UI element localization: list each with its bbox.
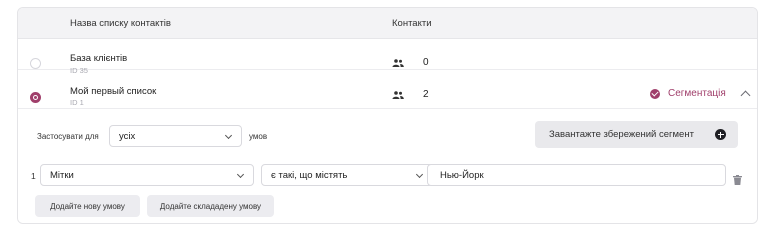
load-saved-segment-label: Завантажте збережений сегмент — [549, 129, 694, 140]
add-complex-condition-label: Додайте склададену умову — [159, 201, 262, 211]
list-row[interactable]: Мой первый список ID 1 2 Сегментація — [18, 78, 757, 109]
apply-for-label: Застосувати для — [37, 132, 99, 141]
plus-circle-icon — [715, 129, 726, 140]
list-id: ID 1 — [70, 98, 84, 107]
add-condition-button[interactable]: Додайте нову умову — [35, 195, 140, 217]
chevron-up-icon — [740, 90, 751, 101]
column-header-list-name: Назва списку контактів — [70, 18, 171, 29]
condition-value-text: Нью-Йорк — [440, 170, 484, 181]
segment-builder: Застосувати для усіх умов Завантажте збе… — [18, 109, 757, 223]
contact-lists-panel: Назва списку контактів Контакти База клі… — [17, 7, 758, 224]
list-id: ID 35 — [70, 66, 88, 75]
trash-icon[interactable] — [733, 175, 742, 185]
list-name: Мой первый список — [70, 86, 157, 97]
list-name: База клієнтів — [70, 53, 128, 64]
people-icon — [392, 59, 404, 67]
condition-row-number: 1 — [31, 171, 36, 181]
condition-field-value: Мітки — [50, 170, 74, 181]
chevron-down-icon — [415, 170, 424, 179]
contacts-count: 0 — [423, 57, 429, 68]
check-circle-icon — [650, 88, 660, 99]
chevron-down-icon — [236, 170, 245, 179]
condition-value-input[interactable]: Нью-Йорк — [427, 164, 726, 186]
load-saved-segment-button[interactable]: Завантажте збережений сегмент — [535, 121, 738, 148]
list-radio[interactable] — [30, 92, 41, 103]
table-header: Назва списку контактів Контакти — [18, 8, 757, 39]
add-condition-label: Додайте нову умову — [50, 201, 125, 211]
segmentation-label: Сегментація — [668, 88, 726, 99]
list-radio[interactable] — [30, 58, 41, 69]
contacts-count: 2 — [423, 89, 429, 100]
conditions-label: умов — [249, 132, 268, 141]
chevron-down-icon — [224, 131, 233, 140]
match-mode-value: усіх — [119, 131, 136, 142]
match-mode-select[interactable]: усіх — [109, 125, 242, 147]
segmentation-toggle[interactable]: Сегментація — [650, 88, 751, 101]
column-header-contacts: Контакти — [392, 18, 432, 29]
list-row[interactable]: База клієнтів ID 35 0 — [18, 39, 757, 75]
add-complex-condition-button[interactable]: Додайте склададену умову — [147, 195, 274, 217]
condition-operator-select[interactable]: є такі, що містять — [261, 164, 433, 186]
condition-field-select[interactable]: Мітки — [40, 164, 254, 186]
people-icon — [392, 91, 404, 99]
condition-operator-value: є такі, що містять — [271, 170, 348, 181]
